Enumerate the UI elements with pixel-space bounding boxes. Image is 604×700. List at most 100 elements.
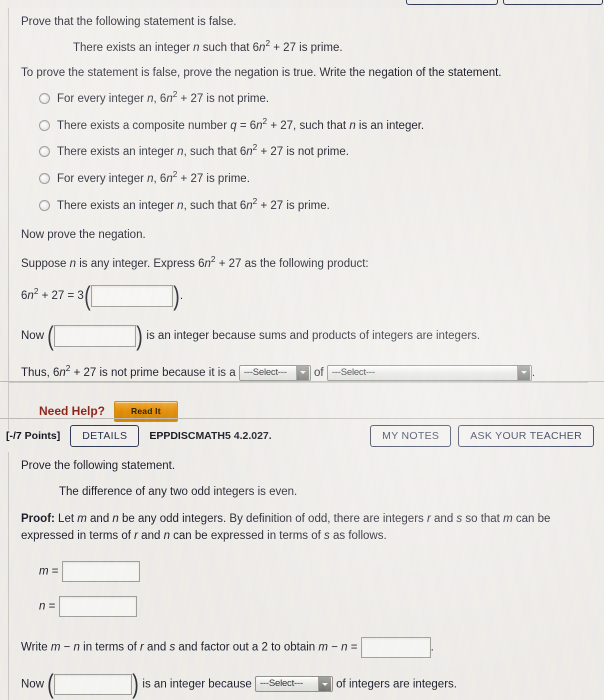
statement-text-2: such that 6 [199, 41, 260, 54]
t: There exists an integer [57, 146, 178, 159]
webassign-question-page: Prove that the following statement is fa… [0, 0, 604, 700]
radio-icon[interactable] [39, 173, 50, 185]
v: m [503, 513, 513, 526]
m-input[interactable] [61, 560, 140, 582]
m-equation-row: m = [39, 560, 596, 582]
t: + 27 is prime. [177, 173, 250, 186]
ask-your-teacher-button[interactable]: ASK YOUR TEACHER [458, 425, 594, 447]
t: Let [54, 513, 78, 526]
t: and [430, 513, 457, 526]
radio-option-2-label: There exists a composite number q = 6n2 … [57, 117, 425, 135]
v: m [77, 513, 87, 526]
chevron-down-icon[interactable] [317, 677, 331, 692]
t: in terms of [79, 641, 141, 654]
thus-select-1[interactable]: ---Select--- [238, 364, 311, 381]
radio-icon[interactable] [39, 146, 50, 158]
radio-option-1[interactable]: For every integer n, 6n2 + 27 is not pri… [39, 91, 596, 108]
n-label: n [39, 600, 46, 613]
t: . [179, 289, 184, 302]
v: m [318, 641, 328, 654]
t: + 27 is not prime. [257, 146, 349, 159]
t: be any odd integers. By definition of od… [118, 513, 427, 526]
points-label: [-/7 Points] [6, 430, 61, 442]
write-input[interactable] [360, 636, 431, 658]
problem-1-body: Prove that the following statement is fa… [8, 8, 604, 430]
n-equation-row: n = [39, 595, 596, 617]
t: , such that 6 [183, 199, 247, 212]
t: + 27, such that [267, 119, 350, 132]
chevron-down-icon[interactable] [516, 365, 530, 380]
statement-text-1: There exists an integer [73, 41, 194, 54]
radio-option-5[interactable]: There exists an integer n, such that 6n2… [39, 197, 596, 215]
proof-label: Proof: [21, 513, 55, 526]
t: There exists a composite number [57, 119, 231, 132]
ask-your-teacher-button-cutoff[interactable] [503, 0, 603, 5]
t: can be expressed in terms of [169, 530, 325, 543]
now-tail-text: of integers are integers. [336, 678, 457, 691]
thus-row: Thus, 6n2 + 27 is not prime because it i… [21, 364, 596, 382]
radio-option-4[interactable]: For every integer n, 6n2 + 27 is prime. [39, 171, 596, 188]
statement-text-3: + 27 is prime. [270, 41, 343, 54]
now-input-2[interactable] [54, 673, 133, 695]
radio-option-4-label: For every integer n, 6n2 + 27 is prime. [57, 171, 250, 188]
now-input[interactable] [54, 324, 137, 347]
t: For every integer [57, 93, 148, 106]
t: There exists an integer [57, 199, 178, 212]
n-input[interactable] [58, 595, 137, 617]
select-value: ---Select--- [331, 366, 375, 378]
t: is any integer. Express 6 [76, 258, 205, 271]
problem-2-body: Prove the following statement. The diffe… [8, 452, 604, 700]
t: is an integer. [355, 119, 425, 132]
t: , such that 6 [183, 146, 247, 159]
now-prove-text: Now prove the negation. [21, 229, 146, 242]
t: + 27 as the following product: [215, 258, 369, 271]
now-integer-row-2: Now () is an integer because ---Select--… [21, 669, 457, 700]
section-divider-bottom [0, 418, 604, 419]
radio-option-1-label: For every integer n, 6n2 + 27 is not pri… [57, 91, 269, 108]
question-id: EPPDISCMATH5 4.2.027. [149, 430, 272, 442]
equals-sign: = [48, 600, 56, 613]
problem-2: Prove the following statement. The diffe… [0, 452, 604, 700]
problem-1-prompt: Prove that the following statement is fa… [21, 16, 237, 28]
t: as follows. [329, 530, 387, 543]
now-label: Now [21, 329, 45, 342]
radio-icon[interactable] [39, 93, 50, 105]
t: − [328, 641, 342, 654]
radio-option-3[interactable]: There exists an integer n, such that 6n2… [39, 144, 596, 161]
t: = [347, 641, 361, 654]
t: , 6 [153, 93, 167, 106]
problem-1-instruction: To prove the statement is false, prove t… [21, 67, 502, 80]
t: . [531, 366, 536, 379]
t: and factor out a 2 to obtain [175, 641, 319, 654]
product-equation-row: 6n2 + 27 = 3(). [21, 280, 184, 311]
radio-option-5-label: There exists an integer n, such that 6n2… [57, 197, 330, 215]
radio-option-2[interactable]: There exists a composite number q = 6n2 … [39, 117, 596, 135]
t: For every integer [57, 173, 148, 186]
t: . [430, 641, 434, 654]
t: Write [21, 641, 51, 654]
chevron-down-icon[interactable] [295, 365, 309, 380]
problem-2-statement: The difference of any two odd integers i… [59, 485, 298, 498]
now-select[interactable]: ---Select--- [254, 676, 333, 693]
details-button[interactable]: DETAILS [70, 425, 140, 447]
t: + 27 = 3 [38, 289, 84, 302]
now-mid-text: is an integer because [142, 678, 252, 691]
t: Thus, 6 [21, 366, 60, 379]
t: + 27 is prime. [257, 199, 330, 212]
t: + 27 is not prime because it is a [70, 366, 236, 379]
t: and [137, 530, 164, 543]
t: and [86, 513, 113, 526]
thus-select-2[interactable]: ---Select--- [326, 364, 532, 381]
equals-sign: = [51, 565, 59, 578]
radio-icon[interactable] [39, 119, 50, 131]
my-notes-button-cutoff[interactable] [406, 0, 498, 5]
proof-paragraph: Proof: Let m and n be any odd integers. … [21, 511, 596, 544]
t: Suppose [21, 258, 70, 271]
problem-2-prompt: Prove the following statement. [21, 460, 176, 472]
t: = 6 [236, 119, 257, 132]
my-notes-button[interactable]: MY NOTES [370, 425, 452, 447]
t: + 27 is not prime. [177, 93, 270, 106]
radio-icon[interactable] [39, 199, 50, 211]
t: − [60, 641, 74, 654]
product-input[interactable] [90, 284, 173, 307]
